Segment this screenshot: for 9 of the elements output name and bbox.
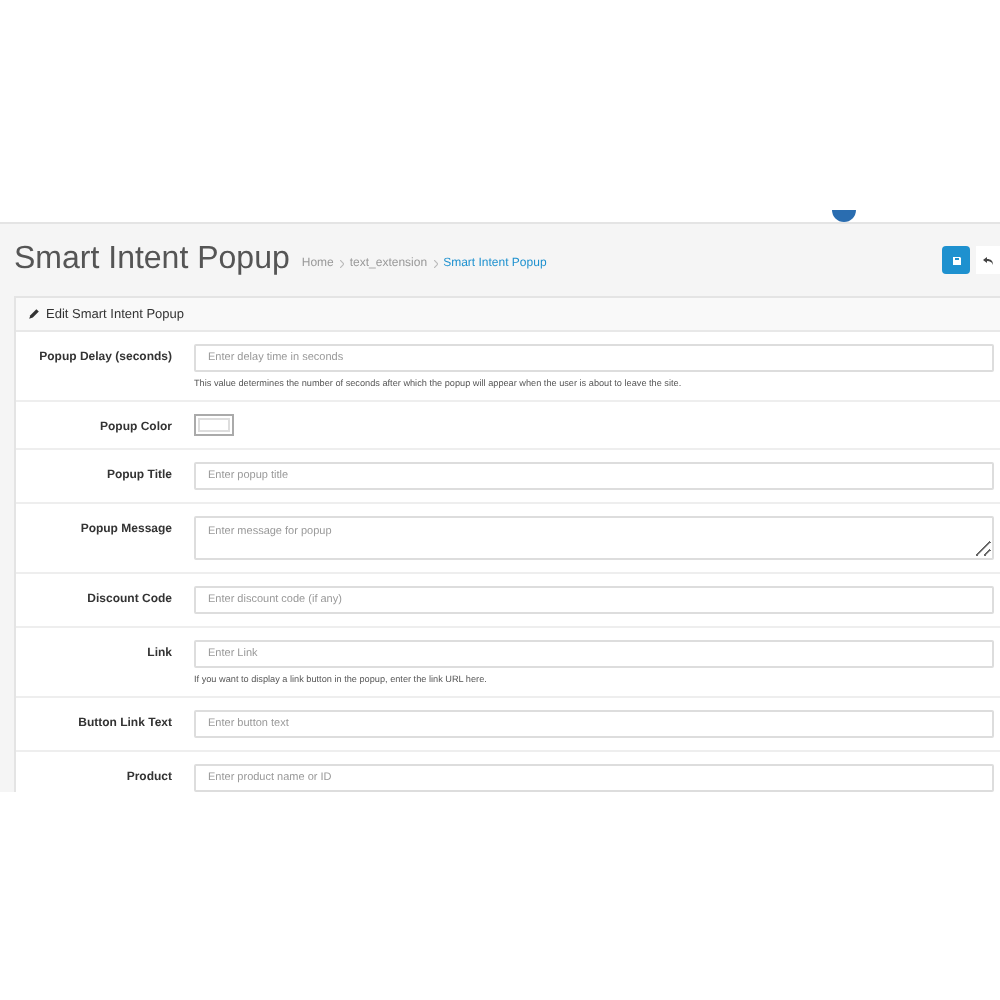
chevron-icon <box>433 259 438 267</box>
chevron-icon <box>339 259 344 267</box>
color-swatch[interactable] <box>194 414 234 436</box>
back-button[interactable] <box>976 246 1000 274</box>
pencil-icon <box>28 308 40 320</box>
back-arrow-icon <box>982 255 994 265</box>
save-icon <box>951 255 961 265</box>
logo-icon <box>832 210 856 222</box>
page-title: Smart Intent Popup <box>14 242 290 278</box>
